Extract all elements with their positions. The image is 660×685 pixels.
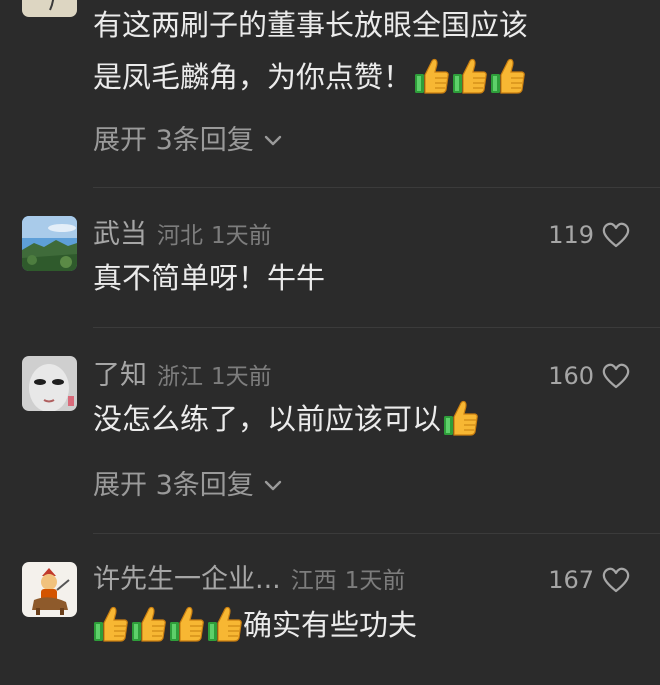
comment-text-line: 没怎么练了，以前应该可以 [93,402,442,436]
thumbs-up-emoji [414,57,450,95]
thumbs-up-emoji [169,605,205,643]
like-button[interactable]: 119 [548,218,630,252]
location: 河北 [157,223,203,249]
timestamp: 1天前 [211,223,272,249]
timestamp: 1天前 [344,568,406,594]
comment-text: 是凤毛麟角，为你点赞！ [93,56,526,98]
comment-meta: 浙江 1天前 [157,364,272,390]
comment-text-line: 确实有些功夫 [243,608,418,642]
username[interactable]: 了知 浙江 1天前 [93,359,272,394]
divider [93,327,660,328]
thumbs-up-emoji [443,399,479,437]
comment-list: 有这两刷子的董事长放眼全国应该 是凤毛麟角，为你点赞！ 展开 3条回复 武当 河北… [0,0,660,685]
location: 浙江 [157,364,203,390]
thumbs-up-emoji [490,57,526,95]
timestamp: 1天前 [211,364,272,390]
username-text: 了知 [93,360,147,391]
chevron-down-icon [264,480,282,492]
username-text: 许先生一企业... [93,564,281,595]
comment-text: 有这两刷子的董事长放眼全国应该 [93,4,528,46]
heart-outline-icon [602,222,630,248]
location: 江西 [290,568,337,594]
heart-outline-icon [602,567,630,593]
avatar[interactable] [22,562,77,617]
like-count: 160 [548,362,594,390]
comment-text-line: 有这两刷子的董事长放眼全国应该 [93,8,529,42]
divider [93,533,660,534]
heart-outline-icon [602,363,630,389]
comment-text: 确实有些功夫 [91,604,417,646]
comment-meta: 江西 1天前 [291,568,406,594]
chevron-down-icon [264,135,282,147]
like-button[interactable]: 160 [548,359,630,393]
thumbs-up-emoji [452,57,488,95]
comment-text-line: 是凤毛麟角，为你点赞！ [93,60,413,94]
avatar[interactable] [22,0,77,17]
like-count: 119 [548,221,594,249]
avatar[interactable] [22,356,77,411]
avatar[interactable] [22,216,77,271]
expand-replies-label: 展开 3条回复 [93,125,254,156]
username[interactable]: 许先生一企业... 江西 1天前 [93,563,405,598]
thumbs-up-emoji [207,605,243,643]
like-count: 167 [548,566,594,594]
divider [93,187,660,188]
comment-text: 真不简单呀！牛牛 [93,257,325,299]
expand-replies-button[interactable]: 展开 3条回复 [93,469,282,503]
comment-text: 没怎么练了，以前应该可以 [93,398,479,440]
like-button[interactable]: 167 [548,563,630,597]
thumbs-up-emoji [93,605,129,643]
expand-replies-label: 展开 3条回复 [93,470,254,501]
username-text: 武当 [93,219,147,250]
comment-text-line: 真不简单呀！牛牛 [93,261,326,295]
username[interactable]: 武当 河北 1天前 [93,218,272,253]
thumbs-up-emoji [131,605,167,643]
comment-meta: 河北 1天前 [157,223,272,249]
expand-replies-button[interactable]: 展开 3条回复 [93,124,282,158]
